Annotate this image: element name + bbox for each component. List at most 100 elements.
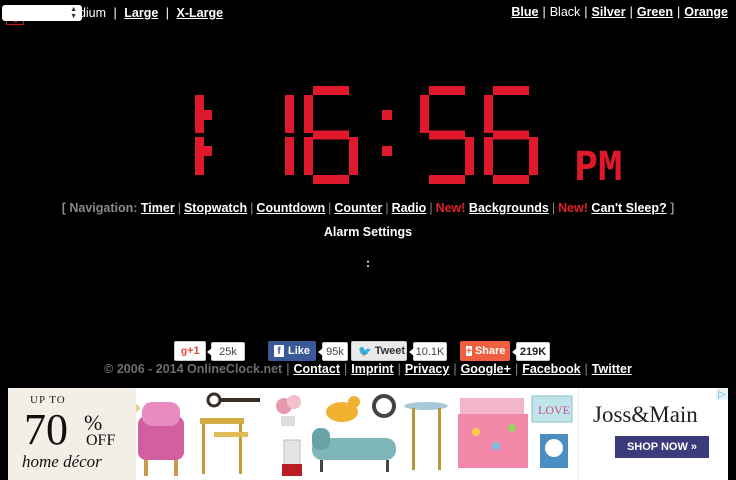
separator: | — [584, 362, 588, 376]
segment-g — [493, 130, 529, 140]
segment-g — [429, 130, 465, 140]
nav-radio-link[interactable]: Radio — [392, 201, 427, 215]
nav-backgrounds-link[interactable]: Backgrounds — [469, 201, 549, 215]
size-menu: ▲ ▼ edium | Large | X-Large — [2, 5, 223, 25]
twitter-count: 10.1K — [409, 342, 447, 361]
facebook-like-button[interactable]: f Like — [268, 341, 316, 361]
teacup-image — [136, 404, 140, 412]
separator: | — [429, 201, 433, 215]
separator: | — [328, 201, 332, 215]
color-orange-link[interactable]: Orange — [684, 5, 728, 19]
separator: | — [165, 6, 170, 20]
segment-e — [304, 137, 313, 175]
flowers-image — [276, 395, 301, 426]
select-arrows-icon: ▲ ▼ — [70, 6, 77, 20]
color-silver-link[interactable]: Silver — [592, 5, 626, 19]
segment-a — [313, 86, 349, 95]
new-badge: New! — [558, 201, 588, 215]
color-green-link[interactable]: Green — [637, 5, 673, 19]
nav-timer-link[interactable]: Timer — [141, 201, 175, 215]
footer-googleplus-link[interactable]: Google+ — [461, 362, 511, 376]
separator: | — [453, 362, 457, 376]
color-black-current: Black — [549, 5, 581, 19]
separator: | — [343, 362, 348, 376]
separator: | — [514, 362, 519, 376]
footer-imprint-link[interactable]: Imprint — [351, 362, 393, 376]
footer-privacy-link[interactable]: Privacy — [405, 362, 449, 376]
separator: | — [113, 6, 117, 20]
settings-select[interactable]: ▲ ▼ — [2, 5, 82, 21]
ad-tagline: home décor — [22, 452, 102, 471]
separator: | — [250, 201, 254, 215]
segment-d — [313, 175, 349, 184]
footer-facebook-link[interactable]: Facebook — [522, 362, 580, 376]
colon-dot — [382, 110, 392, 120]
ad-banner[interactable]: UP TO 70 % OFF home décor LOVE Joss&Main… — [8, 388, 728, 480]
alarm-time-display: : — [366, 256, 370, 270]
segment-b — [285, 95, 294, 133]
separator: | — [177, 201, 181, 215]
chaise-lounge-image — [312, 428, 396, 472]
share-button[interactable]: + Share — [460, 341, 510, 361]
bed-image — [458, 398, 528, 468]
google-plus-count: 25k — [207, 342, 245, 361]
separator: | — [542, 5, 546, 19]
ad-shop-now-button[interactable]: SHOP NOW » — [615, 436, 709, 458]
footer-twitter-link[interactable]: Twitter — [592, 362, 632, 376]
side-table-image — [404, 402, 448, 470]
color-menu: Blue | Black | Silver | Green | Orange — [511, 5, 728, 19]
separator: | — [629, 5, 633, 19]
separator: | — [676, 5, 681, 19]
footer: © 2006 - 2014 OnlineClock.net | Contact | Im… — [0, 362, 736, 376]
social-buttons: g +1 25k f Like 95k 🐦 Tweet 10.1K + Share 21… — [0, 341, 736, 363]
size-large-link[interactable]: Large — [124, 6, 158, 20]
size-links: edium | Large | X-Large — [68, 6, 223, 20]
twitter-tweet-button[interactable]: 🐦 Tweet — [351, 341, 407, 361]
new-badge: New! — [435, 201, 466, 215]
ad-brand-panel: Joss&Main SHOP NOW » ▷ — [578, 388, 728, 480]
blender-image — [282, 439, 302, 476]
share-plus-icon: + — [466, 345, 472, 357]
separator: | — [551, 201, 556, 215]
mirror-image — [372, 394, 396, 418]
ad-choices-icon[interactable]: ▷ — [716, 388, 728, 400]
nav-prefix: Navigation: — [69, 201, 138, 215]
colon-dot — [202, 146, 212, 156]
nav-cant-sleep-link[interactable]: Can't Sleep? — [591, 201, 666, 215]
size-xlarge-link[interactable]: X-Large — [177, 6, 224, 20]
facebook-icon: f — [274, 345, 284, 357]
nav-counter-link[interactable]: Counter — [334, 201, 382, 215]
segment-a — [429, 86, 465, 95]
google-plus-label: +1 — [187, 345, 200, 357]
twitter-tweet-label: Tweet — [374, 345, 406, 357]
ad-product-images: LOVE — [136, 392, 573, 476]
nav-open-bracket: [ — [61, 201, 66, 215]
table-clock-image — [540, 434, 568, 468]
nesting-tables-image — [200, 418, 248, 474]
color-blue-link[interactable]: Blue — [511, 5, 538, 19]
footer-contact-link[interactable]: Contact — [293, 362, 340, 376]
nav-stopwatch-link[interactable]: Stopwatch — [184, 201, 247, 215]
colon-dot — [202, 110, 212, 120]
segment-c — [529, 137, 538, 175]
segment-f — [304, 95, 313, 133]
segment-e — [484, 137, 493, 175]
armchair-image — [138, 402, 184, 476]
segment-a — [493, 86, 529, 95]
separator: | — [397, 362, 401, 376]
facebook-like-label: Like — [287, 345, 310, 357]
love-sign-image: LOVE — [531, 395, 573, 423]
separator: | — [286, 362, 290, 376]
twitter-bird-icon: 🐦 — [358, 345, 372, 358]
love-sign-text: LOVE — [538, 403, 570, 417]
ad-off-text: OFF — [86, 432, 116, 449]
share-label: Share — [474, 345, 506, 357]
ad-percent-number: 70 — [24, 405, 68, 454]
segment-d — [429, 175, 465, 184]
segment-g — [313, 130, 349, 140]
google-plus-button[interactable]: g +1 — [174, 341, 206, 361]
nav-countdown-link[interactable]: Countdown — [256, 201, 325, 215]
alarm-settings-label[interactable]: Alarm Settings — [0, 225, 736, 239]
segment-f — [420, 95, 429, 133]
ad-promo-panel: UP TO 70 % OFF home décor — [8, 388, 136, 480]
